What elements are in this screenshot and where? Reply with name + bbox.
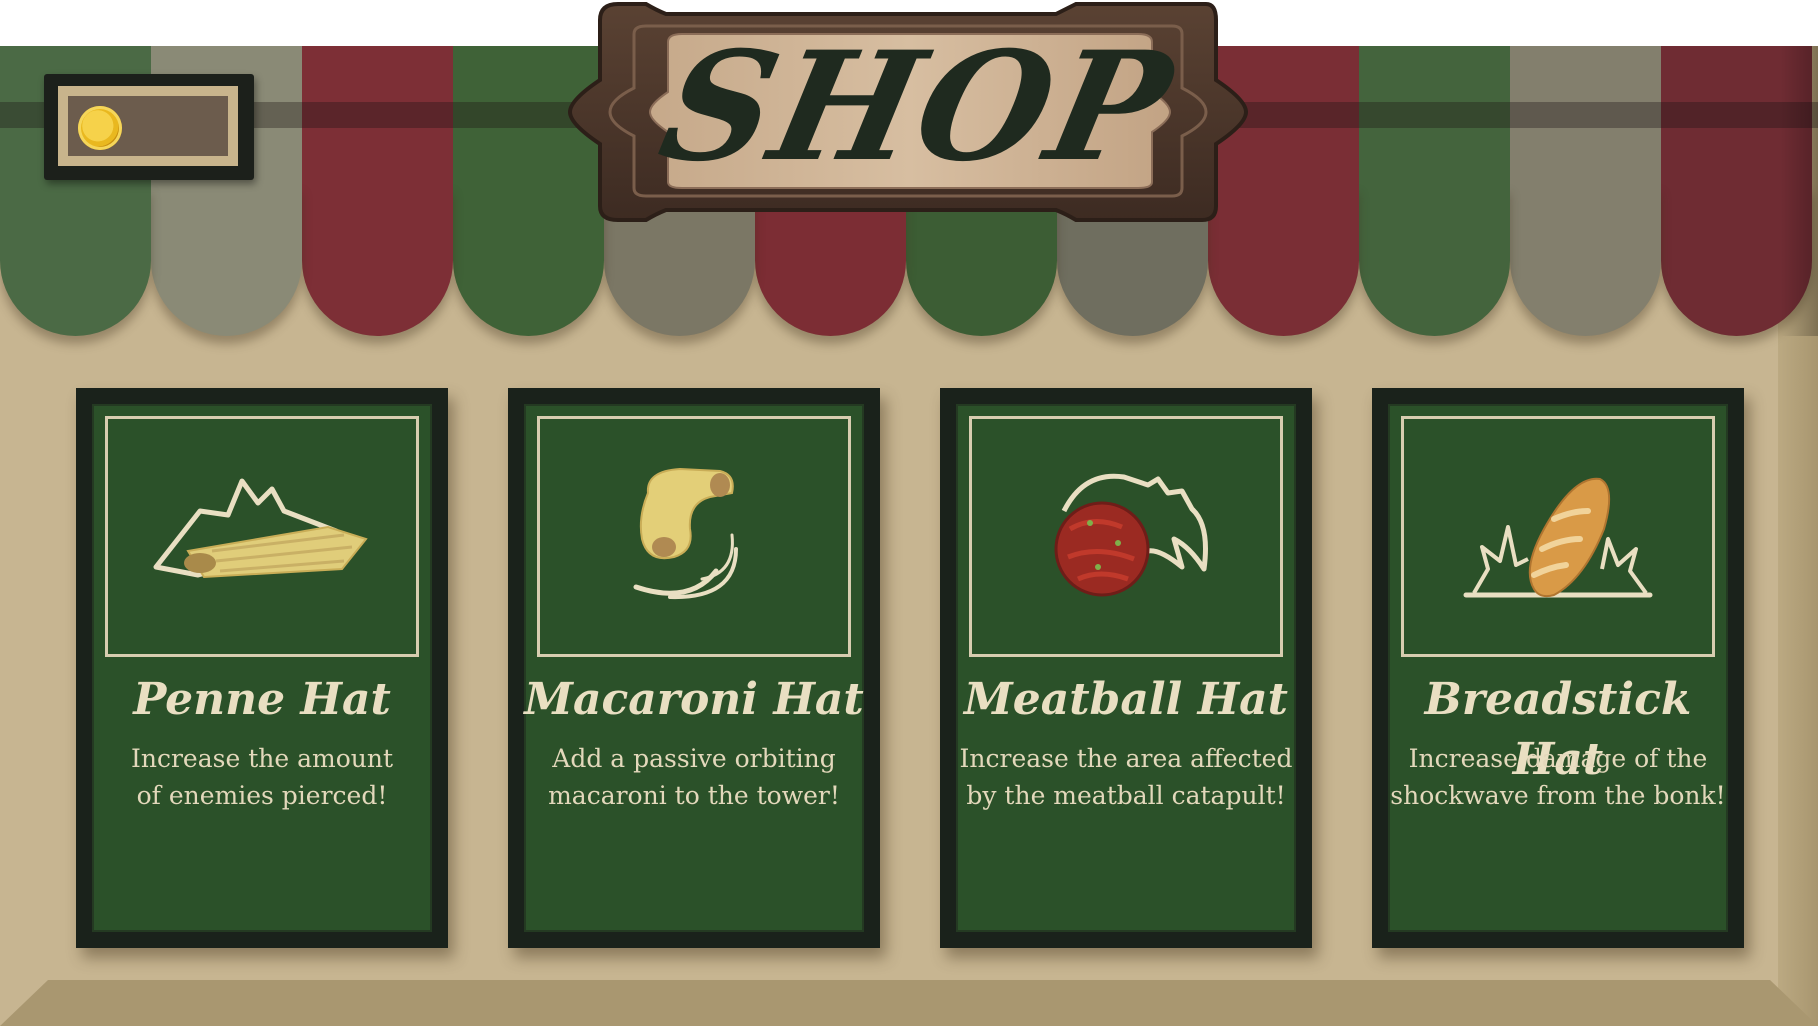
coin-count — [132, 108, 232, 148]
penne-icon — [153, 478, 368, 579]
awning-stripe — [1359, 46, 1510, 261]
meatball-icon — [1054, 473, 1208, 597]
card-art-frame — [537, 416, 851, 657]
awning-edge-shade — [1780, 46, 1818, 336]
shop-title: SHOP — [647, 19, 1187, 195]
card-description: Add a passive orbiting macaroni to the t… — [548, 744, 840, 810]
card-description: Increase damage of the shockwave from th… — [1390, 744, 1726, 810]
card-art-frame — [105, 416, 419, 657]
shop-card-macaroni[interactable]: Macaroni Hat Add a passive orbiting maca… — [508, 388, 880, 948]
shop-card-breadstick[interactable]: Breadstick Hat Increase damage of the sh… — [1372, 388, 1744, 948]
card-title: Macaroni Hat — [524, 674, 864, 725]
shop-card-meatball[interactable]: Meatball Hat Increase the area affected … — [940, 388, 1312, 948]
coin-icon — [78, 106, 122, 150]
shop-counter-floor — [0, 980, 1818, 1026]
breadstick-icon — [1463, 477, 1653, 598]
card-title: Meatball Hat — [964, 674, 1288, 725]
awning-stripe — [302, 46, 453, 261]
card-art-frame — [1401, 416, 1715, 657]
card-art-frame — [969, 416, 1283, 657]
shop-card-penne[interactable]: Penne Hat Increase the amount of enemies… — [76, 388, 448, 948]
shop-sign: SHOP — [556, 0, 1256, 230]
card-description: Increase the amount of enemies pierced! — [131, 744, 393, 810]
card-title: Breadstick Hat — [1424, 674, 1692, 785]
card-title: Penne Hat — [133, 674, 391, 725]
card-description: Increase the area affected by the meatba… — [959, 744, 1293, 810]
awning-stripe — [1510, 46, 1661, 261]
macaroni-icon — [633, 467, 738, 600]
